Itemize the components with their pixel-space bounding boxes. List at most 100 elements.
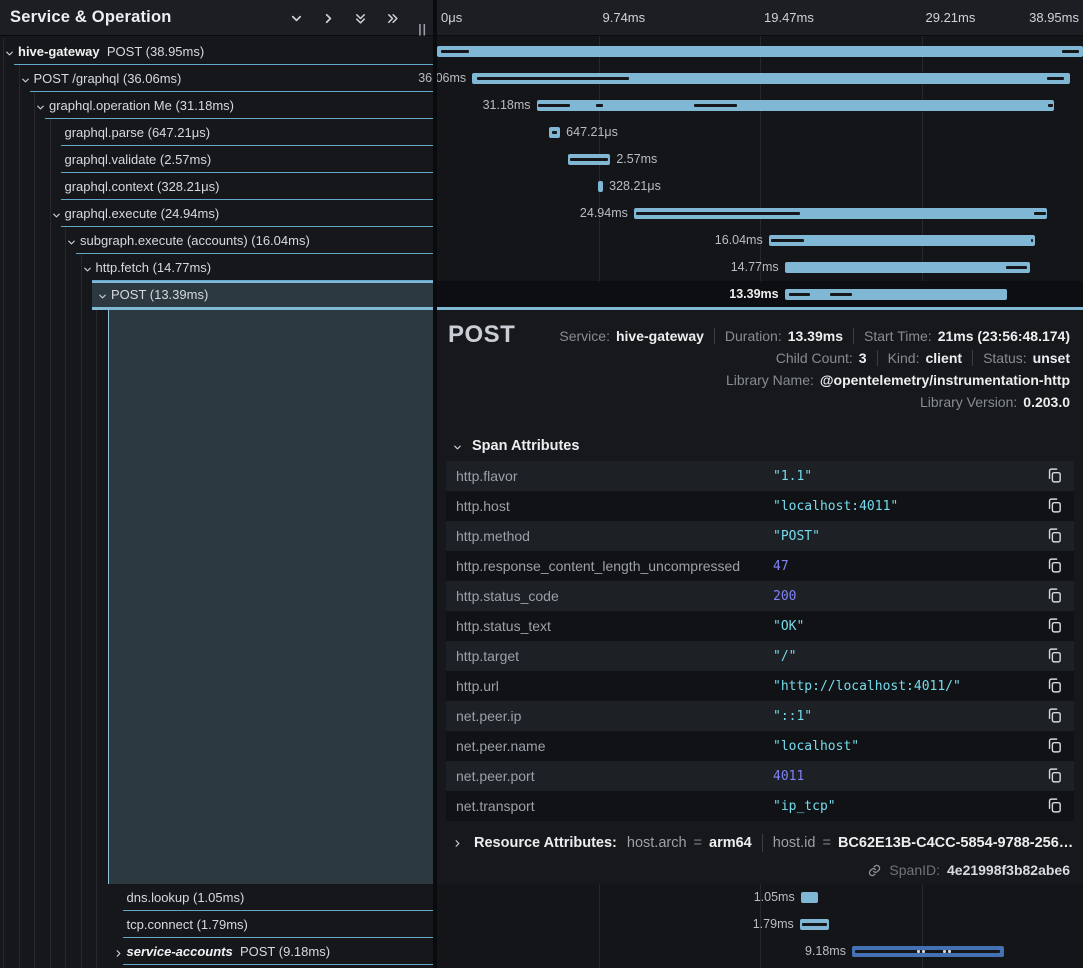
copy-icon[interactable]	[1046, 617, 1064, 635]
attribute-key: http.target	[456, 648, 773, 664]
span-bar-row[interactable]: 13.39ms	[437, 281, 1083, 308]
span-row-hive-gateway[interactable]: hive-gateway POST (38.95ms)	[0, 38, 433, 65]
span-duration-bar[interactable]	[437, 46, 1083, 57]
span-row-tcp.connect[interactable]: tcp.connect (1.79ms)	[0, 911, 433, 938]
span-label: graphql.parse (647.21μs)	[65, 125, 211, 140]
chevron-down-icon[interactable]	[35, 100, 47, 112]
chevron-right-icon[interactable]	[321, 10, 337, 26]
attribute-row: http.target"/"	[446, 641, 1074, 671]
attribute-value: "OK"	[773, 619, 804, 634]
double-chevron-down-icon[interactable]	[353, 10, 369, 26]
span-duration-bar[interactable]	[568, 154, 611, 165]
copy-icon[interactable]	[1046, 677, 1064, 695]
span-label: graphql.context (328.21μs)	[65, 179, 220, 194]
span-bar-row[interactable]: 24.94ms	[437, 200, 1083, 227]
span-duration-bar[interactable]	[801, 892, 818, 903]
span-bar-row[interactable]: 647.21μs	[437, 119, 1083, 146]
chevron-down-icon[interactable]	[66, 235, 78, 247]
chevron-down-icon[interactable]	[289, 10, 305, 26]
meta-value: 3	[859, 350, 867, 366]
copy-icon[interactable]	[1046, 527, 1064, 545]
bar-notch	[830, 293, 852, 296]
copy-icon[interactable]	[1046, 497, 1064, 515]
bar-notch	[441, 50, 469, 53]
copy-icon[interactable]	[1046, 557, 1064, 575]
bar-notch	[538, 104, 570, 107]
meta-label: Start Time:	[864, 328, 932, 344]
selected-span-separator	[92, 307, 1083, 310]
span-row-graphql.operation[interactable]: graphql.operation Me (31.18ms)	[0, 92, 433, 119]
copy-icon[interactable]	[1046, 707, 1064, 725]
meta-item: Service:hive-gateway	[559, 328, 704, 344]
attribute-row: net.peer.port4011	[446, 761, 1074, 791]
attribute-row: http.host"localhost:4011"	[446, 491, 1074, 521]
chevron-down-icon	[452, 440, 464, 452]
chevron-right-icon[interactable]	[113, 946, 125, 958]
span-row-dns.lookup[interactable]: dns.lookup (1.05ms)	[0, 884, 433, 911]
double-chevron-right-icon[interactable]	[385, 10, 401, 26]
span-bar-row[interactable]: 16.04ms	[437, 227, 1083, 254]
bar-dot	[922, 950, 925, 953]
span-bar-row[interactable]: 36.06ms	[437, 65, 1083, 92]
span-tree-panel: hive-gateway POST (38.95ms)POST /graphql…	[0, 0, 433, 968]
copy-icon[interactable]	[1046, 467, 1064, 485]
span-bar-row[interactable]: 1.79ms	[437, 911, 1083, 938]
span-duration-bar[interactable]	[549, 127, 560, 138]
copy-icon[interactable]	[1046, 737, 1064, 755]
chevron-down-icon[interactable]	[97, 289, 109, 301]
span-label: graphql.operation Me (31.18ms)	[49, 98, 234, 113]
span-duration-bar[interactable]	[785, 262, 1030, 273]
attribute-value: "POST"	[773, 529, 820, 544]
span-row-http.fetch[interactable]: http.fetch (14.77ms)	[0, 254, 433, 281]
span-title: POST	[448, 321, 515, 349]
span-row-graphql.parse[interactable]: graphql.parse (647.21μs)	[0, 119, 433, 146]
span-duration-bar[interactable]	[598, 181, 603, 192]
meta-label: Library Name:	[726, 372, 814, 388]
span-bar-row[interactable]: 328.21μs	[437, 173, 1083, 200]
copy-icon[interactable]	[1046, 587, 1064, 605]
bar-notch	[771, 239, 804, 242]
span-id-label: SpanID:	[889, 862, 940, 878]
copy-icon[interactable]	[1046, 647, 1064, 665]
operation-name: graphql.execute (24.94ms)	[65, 206, 220, 221]
span-duration-bar[interactable]	[537, 100, 1054, 111]
link-icon[interactable]	[867, 863, 882, 878]
span-duration-bar[interactable]	[769, 235, 1035, 246]
chevron-down-icon[interactable]	[20, 73, 32, 85]
span-row-POST[interactable]: POST /graphql (36.06ms)	[0, 65, 433, 92]
span-row-graphql.execute[interactable]: graphql.execute (24.94ms)	[0, 200, 433, 227]
span-row-graphql.context[interactable]: graphql.context (328.21μs)	[0, 173, 433, 200]
copy-icon[interactable]	[1046, 767, 1064, 785]
timeline-tick: 9.74ms	[603, 10, 646, 25]
span-row-POST[interactable]: POST (13.39ms)	[0, 281, 433, 308]
span-label: http.fetch (14.77ms)	[96, 260, 212, 275]
span-bar-row[interactable]: 14.77ms	[437, 254, 1083, 281]
bar-notch	[1062, 50, 1079, 53]
span-id-row: SpanID: 4e21998f3b82abe6	[867, 862, 1070, 878]
span-row-subgraph.execute[interactable]: subgraph.execute (accounts) (16.04ms)	[0, 227, 433, 254]
span-duration-bar[interactable]	[852, 946, 1004, 957]
chevron-down-icon[interactable]	[82, 262, 94, 274]
span-bar-row[interactable]: 1.05ms	[437, 884, 1083, 911]
span-bar-row[interactable]: 2.57ms	[437, 146, 1083, 173]
chevron-down-icon[interactable]	[51, 208, 63, 220]
span-duration-bar[interactable]	[634, 208, 1048, 219]
panel-divider[interactable]	[433, 0, 437, 968]
span-bar-row[interactable]: 9.18ms	[437, 938, 1083, 965]
span-label: tcp.connect (1.79ms)	[127, 917, 248, 932]
span-duration-bar[interactable]	[800, 919, 830, 930]
span-bar-row[interactable]	[437, 38, 1083, 65]
meta-separator	[972, 350, 973, 366]
resource-attributes-toggle[interactable]: Resource Attributes: host.arch=arm64host…	[452, 834, 1073, 852]
chevron-down-icon[interactable]	[4, 46, 16, 58]
copy-icon[interactable]	[1046, 797, 1064, 815]
resource-value: arm64	[709, 835, 752, 851]
span-duration-bar[interactable]	[472, 73, 1070, 84]
row-underline	[123, 964, 434, 965]
span-attributes-toggle[interactable]: Span Attributes	[452, 438, 579, 454]
panel-resize-handle[interactable]: ||	[418, 22, 427, 36]
span-row-service-accounts[interactable]: service-accounts POST (9.18ms)	[0, 938, 433, 965]
span-duration-bar[interactable]	[785, 289, 1007, 300]
span-row-graphql.validate[interactable]: graphql.validate (2.57ms)	[0, 146, 433, 173]
span-bar-row[interactable]: 31.18ms	[437, 92, 1083, 119]
